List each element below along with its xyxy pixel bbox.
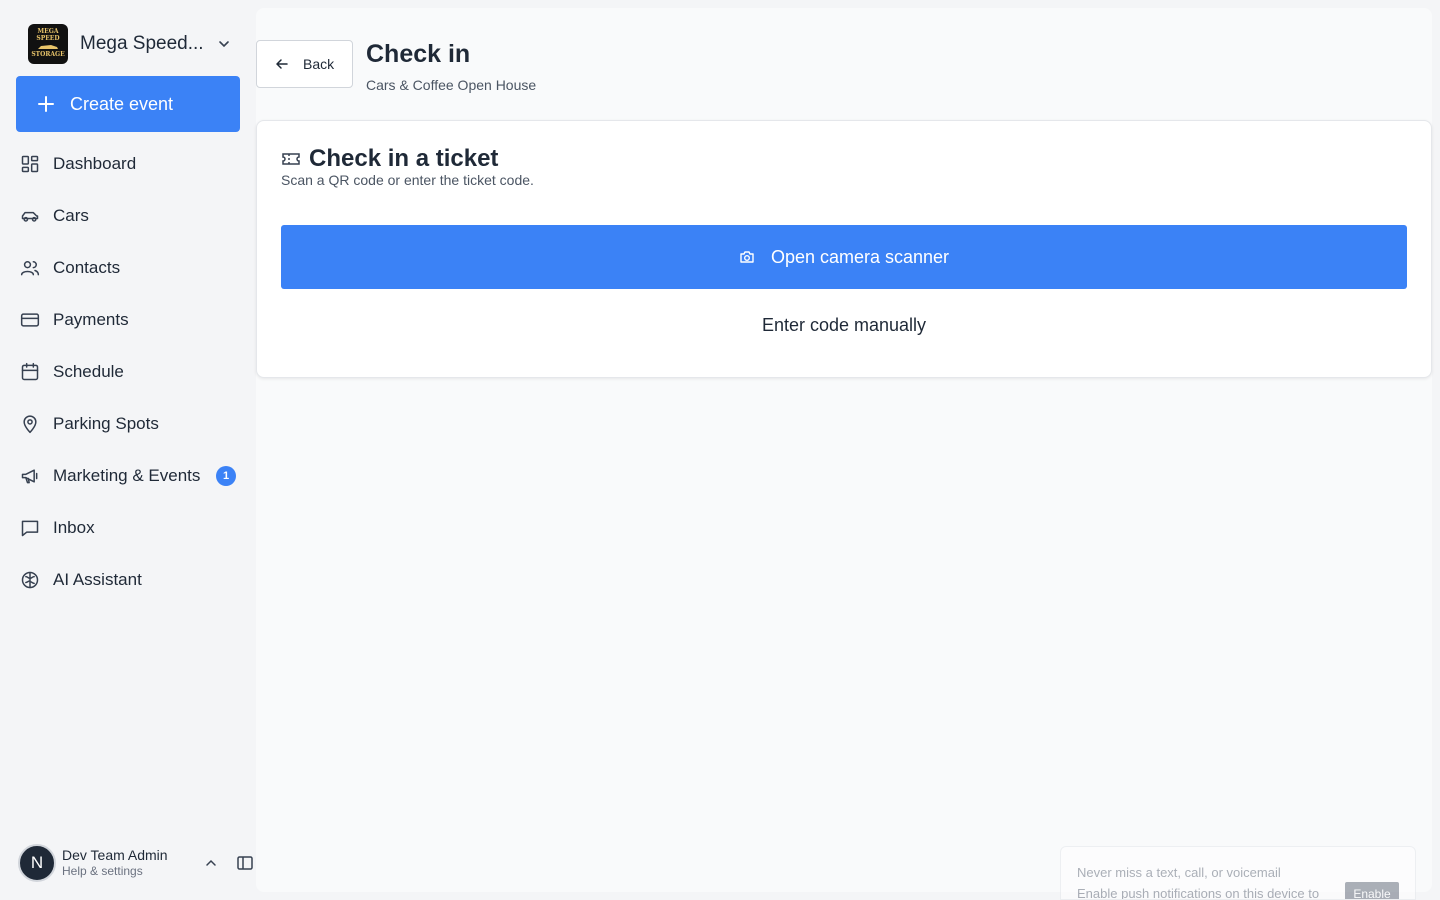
sidebar-item-marketing-events[interactable]: Marketing & Events 1 bbox=[0, 450, 256, 502]
toast-title: Never miss a text, call, or voicemail bbox=[1077, 865, 1281, 880]
sidebar-item-inbox[interactable]: Inbox bbox=[0, 502, 256, 554]
sidebar-item-label: Parking Spots bbox=[53, 414, 159, 433]
car-logo-icon bbox=[38, 45, 58, 50]
org-name: Mega Speed... bbox=[80, 33, 204, 54]
chevron-up-icon bbox=[206, 859, 216, 866]
megaphone-icon bbox=[21, 469, 38, 484]
chevron-down-icon bbox=[219, 41, 229, 48]
sidebar-item-payments[interactable]: Payments bbox=[0, 294, 256, 346]
map-pin-icon bbox=[23, 415, 37, 434]
user-menu[interactable]: N Dev Team Admin Help & settings bbox=[18, 842, 253, 884]
page-subtitle: Cars & Coffee Open House bbox=[366, 77, 537, 93]
sidebar-item-parking-spots[interactable]: Parking Spots bbox=[0, 398, 256, 450]
plus-icon bbox=[38, 96, 54, 112]
sidebar-item-label: Payments bbox=[53, 310, 129, 329]
org-logo: MEGA SPEED STORAGE bbox=[28, 24, 68, 64]
users-icon bbox=[20, 261, 40, 276]
card-header: Check in a ticket bbox=[281, 145, 498, 173]
sidebar-item-label: Inbox bbox=[53, 518, 95, 537]
push-notification-prompt: Never miss a text, call, or voicemail En… bbox=[1060, 846, 1416, 900]
sidebar: MEGA SPEED STORAGE Mega Speed... Create … bbox=[0, 0, 256, 900]
calendar-icon bbox=[21, 362, 39, 381]
open-camera-scanner-button[interactable]: Open camera scanner bbox=[281, 225, 1407, 289]
main-panel: Back Check in Cars & Coffee Open House C… bbox=[256, 8, 1432, 892]
dashboard-icon bbox=[21, 155, 39, 173]
arrow-left-icon bbox=[276, 59, 288, 69]
scan-label: Open camera scanner bbox=[770, 246, 950, 267]
sidebar-item-dashboard[interactable]: Dashboard bbox=[0, 138, 256, 190]
sidebar-nav: Dashboard Cars Contacts Payments Schedul… bbox=[0, 138, 256, 606]
sidebar-item-schedule[interactable]: Schedule bbox=[0, 346, 256, 398]
org-logo-top: MEGA SPEED bbox=[36, 28, 60, 42]
page-title: Check in bbox=[366, 40, 471, 68]
camera-icon bbox=[740, 251, 754, 263]
sidebar-toggle-icon[interactable] bbox=[236, 854, 254, 872]
sidebar-item-contacts[interactable]: Contacts bbox=[0, 242, 256, 294]
back-button[interactable]: Back bbox=[256, 40, 353, 88]
avatar: N bbox=[18, 844, 56, 882]
card-title: Check in a ticket bbox=[309, 145, 499, 172]
car-icon bbox=[21, 211, 39, 222]
create-event-label: Create event bbox=[70, 93, 174, 114]
ticket-icon bbox=[282, 153, 300, 165]
card-subtitle: Scan a QR code or enter the ticket code. bbox=[281, 172, 534, 188]
enable-notifications-button[interactable]: Enable bbox=[1345, 882, 1399, 899]
org-switcher[interactable]: MEGA SPEED STORAGE Mega Speed... bbox=[16, 20, 240, 68]
sidebar-item-label: Contacts bbox=[53, 258, 121, 277]
back-label: Back bbox=[303, 56, 335, 72]
create-event-button[interactable]: Create event bbox=[16, 76, 240, 132]
credit-card-icon bbox=[20, 313, 40, 327]
user-name: Dev Team Admin bbox=[62, 846, 168, 863]
sidebar-item-cars[interactable]: Cars bbox=[0, 190, 256, 242]
toast-body: Enable push notifications on this device… bbox=[1077, 886, 1320, 900]
sidebar-item-ai-assistant[interactable]: AI Assistant bbox=[0, 554, 256, 606]
sidebar-item-label: Schedule bbox=[53, 362, 124, 381]
check-in-card: Check in a ticket Scan a QR code or ente… bbox=[256, 120, 1432, 378]
user-info: Dev Team Admin Help & settings bbox=[62, 847, 198, 880]
sidebar-item-label: Cars bbox=[53, 206, 89, 225]
sidebar-item-label: Marketing & Events bbox=[53, 466, 201, 485]
message-square-icon bbox=[21, 520, 39, 537]
sidebar-item-label: AI Assistant bbox=[53, 570, 142, 589]
enter-code-manually-button[interactable]: Enter code manually bbox=[281, 305, 1407, 345]
sidebar-item-label: Dashboard bbox=[53, 154, 137, 173]
app-root: MEGA SPEED STORAGE Mega Speed... Create … bbox=[0, 0, 1440, 900]
org-logo-bottom: STORAGE bbox=[31, 51, 65, 59]
user-subtitle: Help & settings bbox=[62, 864, 143, 879]
notification-badge: 1 bbox=[216, 466, 236, 486]
brain-icon bbox=[21, 571, 39, 589]
